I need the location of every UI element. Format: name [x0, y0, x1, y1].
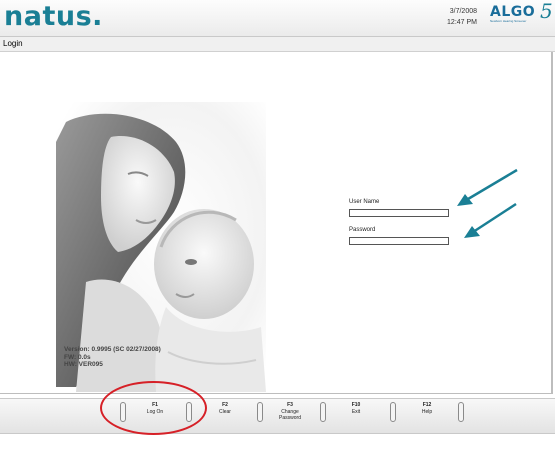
fkey-divider: [320, 402, 326, 422]
f2-action-label: Clear: [219, 408, 231, 415]
datetime: 3/7/2008 12:47 PM: [447, 6, 477, 28]
f3-action-label: Change Password: [279, 408, 301, 422]
password-label: Password: [349, 227, 376, 233]
app-header: natus. 3/7/2008 12:47 PM ALGO 5 Newborn H…: [0, 0, 555, 37]
version-line: Version: 0.9995 (SC 02/27/2008): [64, 346, 161, 353]
login-panel: Version: 0.9995 (SC 02/27/2008) FW: 0.0s…: [0, 52, 553, 394]
f3-change-password-button[interactable]: F3 Change Password: [264, 402, 316, 422]
arrow-to-password-icon: [464, 202, 517, 238]
f10-exit-button[interactable]: F10 Exit: [330, 402, 382, 415]
f1-logon-button[interactable]: F1 Log On: [129, 402, 181, 415]
window-title: Login: [3, 39, 23, 48]
fkey-divider: [120, 402, 126, 422]
fkey-divider: [257, 402, 263, 422]
version-info: Version: 0.9995 (SC 02/27/2008) FW: 0.0s…: [64, 346, 161, 369]
f12-action-label: Help: [421, 408, 433, 415]
hardware-line: HW: VER095: [64, 361, 103, 368]
fkey-divider: [390, 402, 396, 422]
password-field[interactable]: [349, 237, 449, 245]
natus-logo: natus.: [4, 1, 103, 32]
fkey-divider: [186, 402, 192, 422]
window-titlebar: Login: [0, 37, 555, 52]
username-label: User Name: [349, 199, 380, 205]
firmware-line: FW: 0.0s: [64, 353, 91, 361]
f12-help-button[interactable]: F12 Help: [401, 402, 453, 415]
username-field[interactable]: [349, 209, 449, 217]
f10-action-label: Exit: [351, 408, 361, 415]
time-text: 12:47 PM: [447, 19, 477, 26]
date-text: 3/7/2008: [449, 8, 477, 15]
fkey-divider: [458, 402, 464, 422]
f2-clear-button[interactable]: F2 Clear: [199, 402, 251, 415]
f1-action-label: Log On: [146, 408, 164, 415]
f3-key-label: F3: [287, 402, 293, 408]
algo5-logo: ALGO 5 Newborn Hearing Screener: [490, 0, 553, 23]
